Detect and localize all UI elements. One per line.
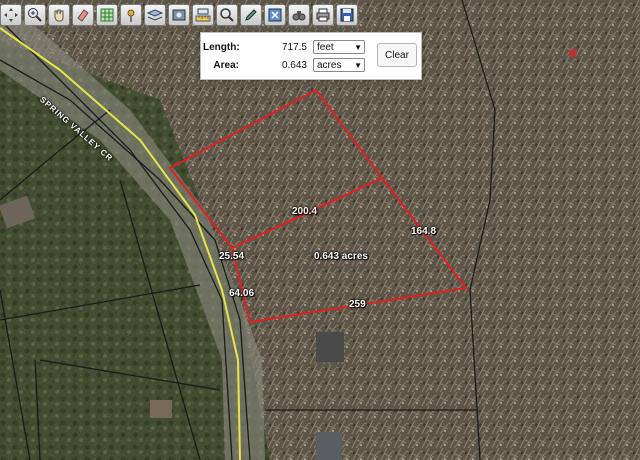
area-label: 0.643 acres bbox=[314, 251, 368, 262]
segment-label-right: 164.8 bbox=[411, 226, 437, 237]
binoculars-icon[interactable] bbox=[288, 4, 310, 26]
area-value: 0.643 bbox=[281, 59, 307, 71]
area-label-text: Area: bbox=[213, 59, 239, 71]
pan-icon[interactable] bbox=[0, 4, 22, 26]
chevron-down-icon: ▼ bbox=[354, 61, 362, 70]
map-toolbar bbox=[0, 4, 358, 30]
grid-select-icon[interactable] bbox=[96, 4, 118, 26]
length-value: 717.5 bbox=[281, 41, 307, 53]
chevron-down-icon: ▼ bbox=[354, 43, 362, 52]
measurement-panel: Length: 717.5 feet ▼ Area: 0.643 acres ▼… bbox=[200, 32, 422, 80]
print-icon[interactable] bbox=[312, 4, 334, 26]
clear-button[interactable]: Clear bbox=[377, 43, 417, 67]
eraser-icon[interactable] bbox=[72, 4, 94, 26]
building bbox=[316, 332, 344, 362]
zoom-in-icon[interactable] bbox=[24, 4, 46, 26]
pencil-icon[interactable] bbox=[240, 4, 262, 26]
building bbox=[150, 400, 172, 418]
length-label: Length: bbox=[203, 41, 240, 53]
segment-label-left-lower: 64.06 bbox=[229, 288, 255, 299]
search-zoom-icon[interactable] bbox=[216, 4, 238, 26]
hand-icon[interactable] bbox=[48, 4, 70, 26]
area-unit-value: acres bbox=[317, 60, 342, 71]
segment-label-top: 200.4 bbox=[292, 206, 318, 217]
pin-icon[interactable] bbox=[120, 4, 142, 26]
segment-label-left-upper: 25.54 bbox=[219, 251, 245, 262]
building bbox=[316, 432, 342, 460]
save-icon[interactable] bbox=[336, 4, 358, 26]
map-marker bbox=[569, 49, 577, 57]
area-unit-select[interactable]: acres ▼ bbox=[313, 58, 365, 72]
length-unit-value: feet bbox=[317, 42, 334, 53]
zoom-extent-icon[interactable] bbox=[264, 4, 286, 26]
segment-label-bottom: 259 bbox=[349, 299, 366, 310]
map-viewer[interactable]: SPRING VALLEY CR 200.4 164.8 25.54 64.06… bbox=[0, 0, 640, 460]
layers-icon[interactable] bbox=[144, 4, 166, 26]
length-unit-select[interactable]: feet ▼ bbox=[313, 40, 365, 54]
measure-icon[interactable] bbox=[192, 4, 214, 26]
photo-icon[interactable] bbox=[168, 4, 190, 26]
